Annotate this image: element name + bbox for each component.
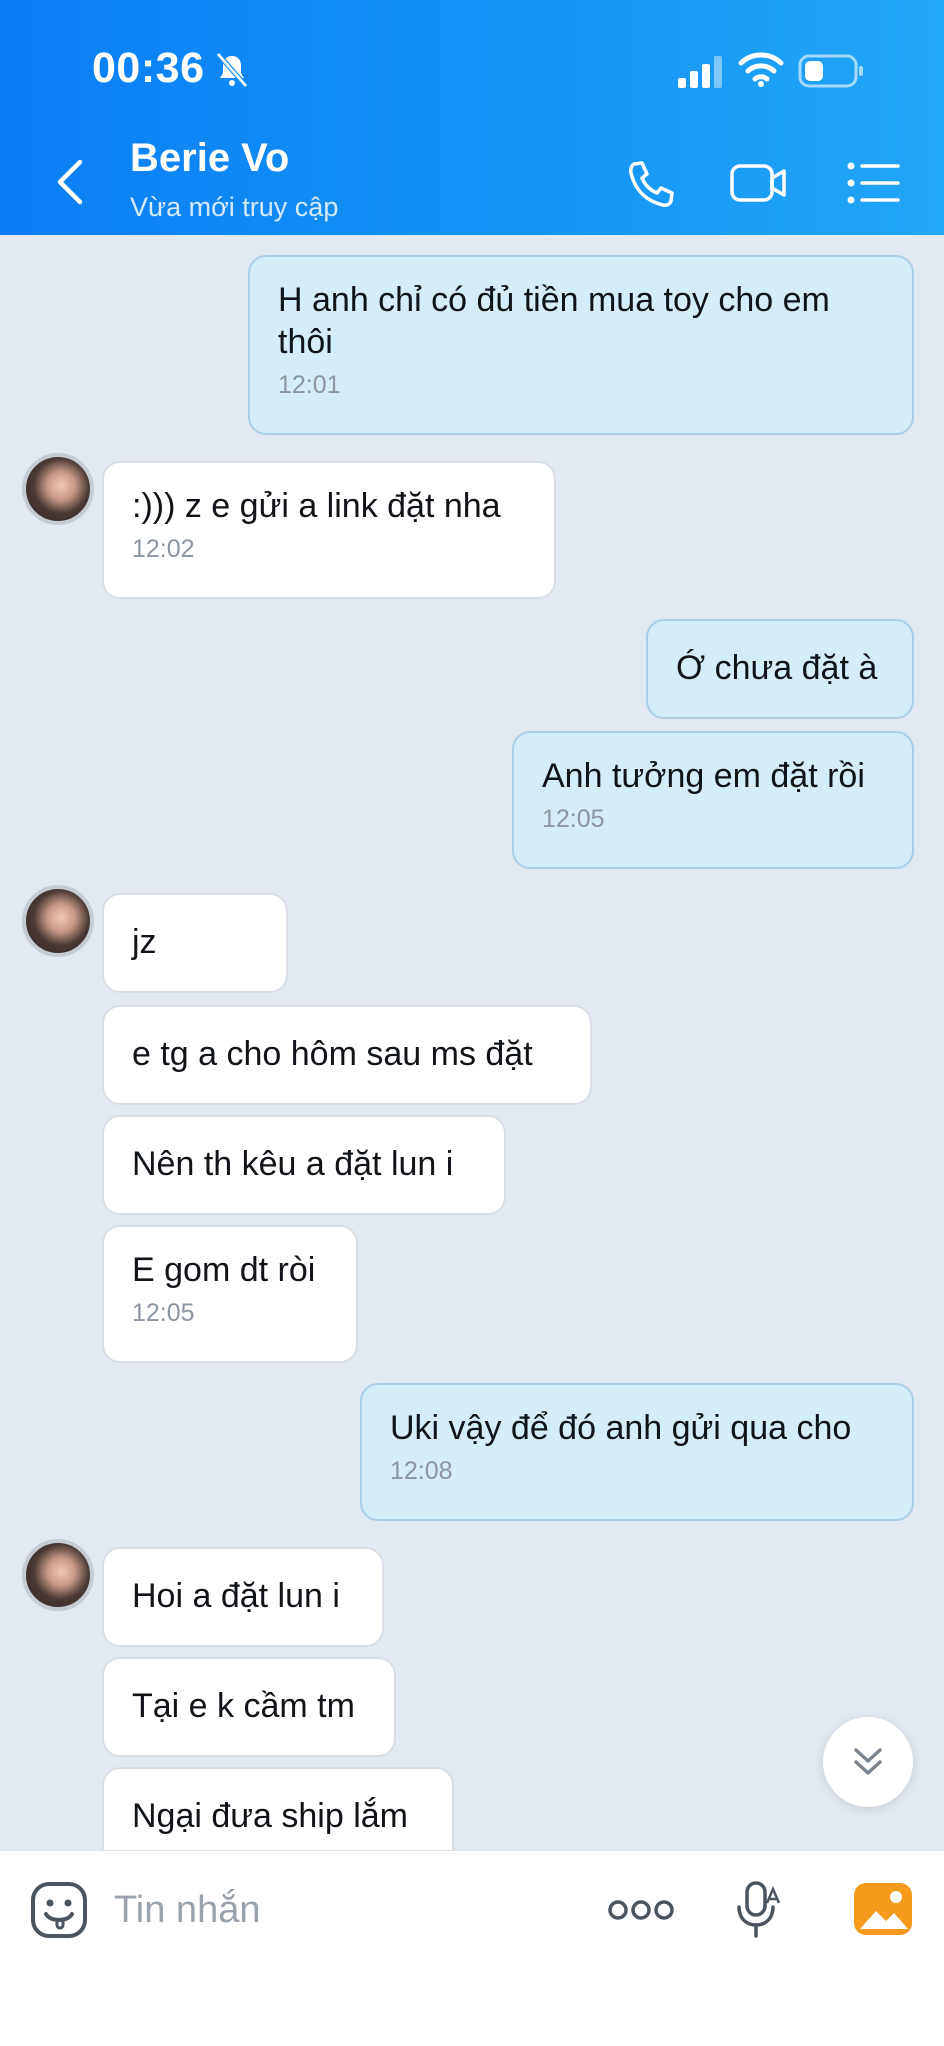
chat-header: 00:36 Berie Vo Vừa mới truy cập	[0, 0, 944, 235]
message-text-line: H anh chỉ có đủ tiền mua toy cho em	[278, 281, 830, 319]
message-text: E gom dt ròi	[132, 1251, 316, 1289]
sticker-icon[interactable]	[30, 1881, 88, 1939]
wifi-icon	[738, 52, 784, 87]
menu-list-icon[interactable]	[846, 158, 902, 208]
message-bubble-outgoing[interactable]: Ớ chưa đặt à	[646, 619, 914, 719]
message-bubble-incoming[interactable]: :))) z e gửi a link đặt nha 12:02	[102, 461, 556, 599]
more-options-icon[interactable]	[608, 1897, 674, 1923]
contact-avatar[interactable]	[22, 1539, 94, 1611]
gallery-icon[interactable]	[852, 1881, 914, 1937]
battery-icon	[798, 54, 863, 88]
message-bubble-incoming[interactable]: Hoi a đặt lun i	[102, 1547, 384, 1647]
message-bubble-incoming[interactable]: jz	[102, 893, 288, 993]
message-text: Nên th kêu a đặt lun i	[132, 1145, 454, 1183]
message-text: jz	[132, 923, 157, 961]
message-text: Anh tưởng em đặt rồi	[542, 757, 865, 795]
message-list[interactable]: H anh chỉ có đủ tiền mua toy cho em thôi…	[0, 235, 944, 1850]
message-composer: Tin nhắn	[0, 1850, 944, 2046]
message-bubble-outgoing[interactable]: Anh tưởng em đặt rồi 12:05	[512, 731, 914, 869]
scroll-to-bottom-button[interactable]	[823, 1717, 913, 1807]
message-bubble-outgoing[interactable]: H anh chỉ có đủ tiền mua toy cho em thôi…	[248, 255, 914, 435]
back-arrow-icon[interactable]	[50, 158, 90, 206]
message-bubble-outgoing[interactable]: Uki vậy để đó anh gửi qua cho 12:08	[360, 1383, 914, 1521]
message-text: Ớ chưa đặt à	[676, 649, 878, 687]
message-text: e tg a cho hôm sau ms đặt	[132, 1035, 533, 1073]
voice-input-icon[interactable]	[735, 1881, 783, 1939]
message-bubble-incoming[interactable]: e tg a cho hôm sau ms đặt	[102, 1005, 592, 1105]
phone-call-icon[interactable]	[622, 158, 678, 208]
message-bubble-incoming[interactable]: Ngại đưa ship lắm	[102, 1767, 454, 1850]
message-time: 12:08	[390, 1457, 453, 1485]
status-time: 00:36	[92, 44, 205, 92]
message-time: 12:01	[278, 371, 341, 399]
message-time: 12:05	[542, 805, 605, 833]
message-text: :))) z e gửi a link đặt nha	[132, 487, 501, 525]
message-time: 12:02	[132, 535, 195, 563]
contact-avatar[interactable]	[22, 453, 94, 525]
contact-name[interactable]: Berie Vo	[130, 136, 289, 181]
message-input[interactable]: Tin nhắn	[114, 1889, 260, 1932]
chevron-double-down-icon	[854, 1748, 882, 1775]
message-text: Ngại đưa ship lắm	[132, 1797, 409, 1835]
video-call-icon[interactable]	[730, 158, 786, 208]
message-bubble-incoming[interactable]: Nên th kêu a đặt lun i	[102, 1115, 506, 1215]
message-text: Uki vậy để đó anh gửi qua cho	[390, 1409, 852, 1447]
message-text: Tại e k cầm tm	[132, 1687, 355, 1725]
message-text-line: thôi	[278, 323, 333, 361]
bell-muted-icon	[216, 52, 248, 88]
contact-avatar[interactable]	[22, 885, 94, 957]
signal-icon	[678, 56, 722, 88]
contact-status: Vừa mới truy cập	[130, 192, 339, 222]
message-bubble-incoming[interactable]: E gom dt ròi 12:05	[102, 1225, 358, 1363]
message-text: Hoi a đặt lun i	[132, 1577, 340, 1615]
message-bubble-incoming[interactable]: Tại e k cầm tm	[102, 1657, 396, 1757]
message-time: 12:05	[132, 1299, 195, 1327]
